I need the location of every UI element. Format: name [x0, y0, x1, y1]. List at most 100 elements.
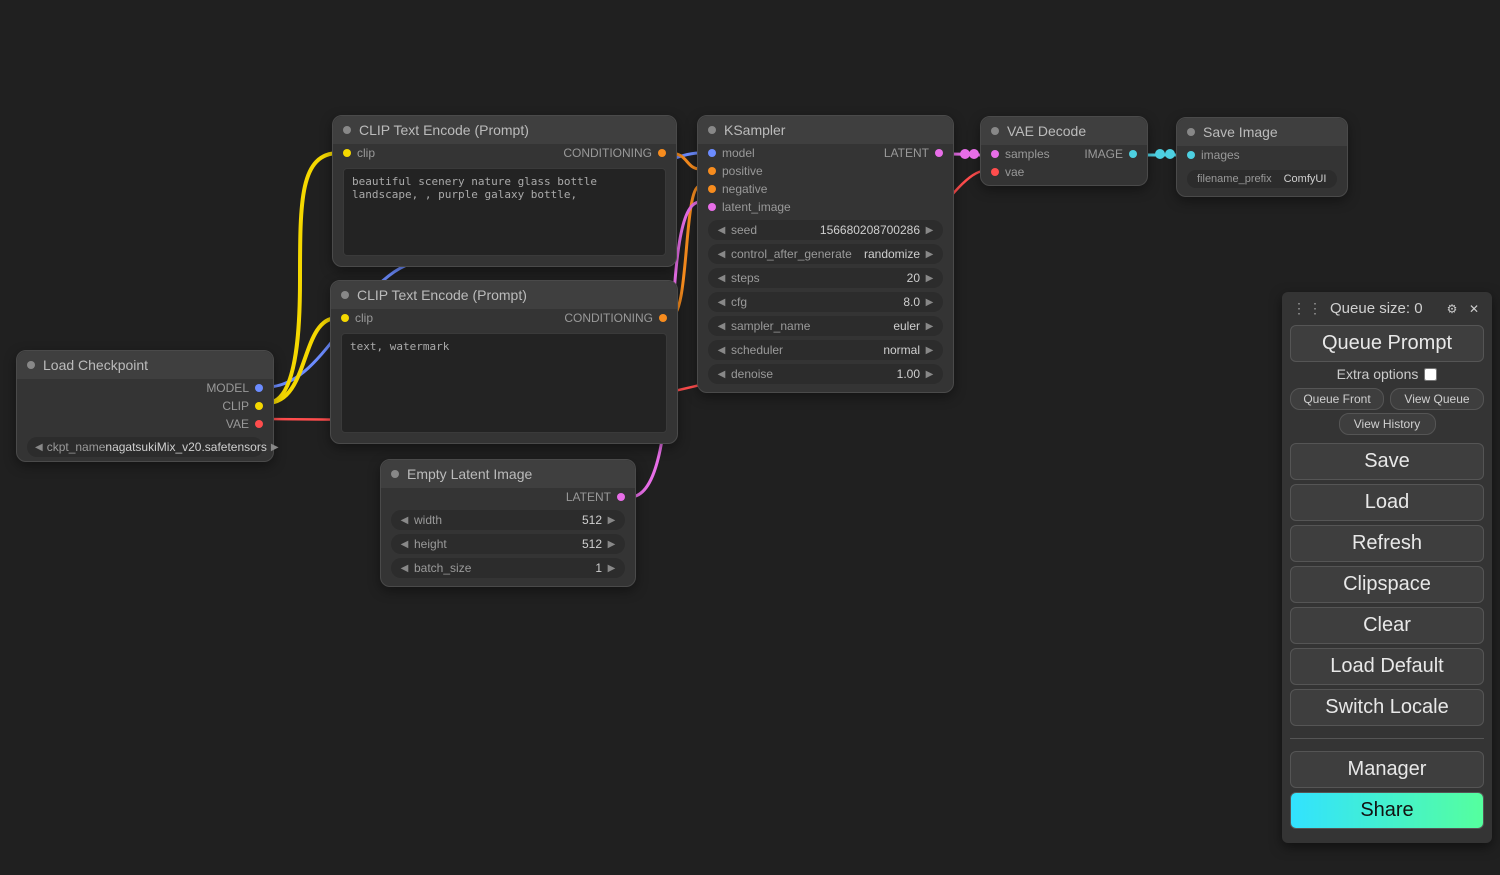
- node-title-bar[interactable]: Empty Latent Image: [381, 460, 635, 488]
- port-label: CONDITIONING: [563, 146, 652, 160]
- node-title-bar[interactable]: Load Checkpoint: [17, 351, 273, 379]
- queue-prompt-button[interactable]: Queue Prompt: [1290, 325, 1484, 362]
- node-title-bar[interactable]: Save Image: [1177, 118, 1347, 146]
- arrow-left-icon[interactable]: ◀: [35, 442, 43, 453]
- node-load-checkpoint[interactable]: Load Checkpoint MODEL CLIP VAE ◀ ckpt_na…: [16, 350, 274, 462]
- manager-button[interactable]: Manager: [1290, 751, 1484, 788]
- port-label: clip: [355, 311, 373, 325]
- arrow-right-icon[interactable]: ▶: [924, 273, 935, 284]
- port-output-clip[interactable]: [255, 402, 263, 410]
- port-output-image[interactable]: [1129, 150, 1137, 158]
- arrow-right-icon[interactable]: ▶: [924, 369, 935, 380]
- widget-batch-size[interactable]: ◀batch_size1▶: [391, 558, 625, 578]
- view-history-button[interactable]: View History: [1339, 413, 1436, 435]
- arrow-right-icon[interactable]: ▶: [271, 442, 279, 453]
- collapse-dot-icon[interactable]: [27, 361, 35, 369]
- load-button[interactable]: Load: [1290, 484, 1484, 521]
- arrow-right-icon[interactable]: ▶: [606, 515, 617, 526]
- clipspace-button[interactable]: Clipspace: [1290, 566, 1484, 603]
- arrow-left-icon[interactable]: ◀: [716, 297, 727, 308]
- arrow-left-icon[interactable]: ◀: [716, 369, 727, 380]
- widget-scheduler[interactable]: ◀schedulernormal▶: [708, 340, 943, 360]
- load-default-button[interactable]: Load Default: [1290, 648, 1484, 685]
- widget-control-after-generate[interactable]: ◀control_after_generaterandomize▶: [708, 244, 943, 264]
- node-empty-latent[interactable]: Empty Latent Image LATENT ◀width512▶◀hei…: [380, 459, 636, 587]
- view-queue-button[interactable]: View Queue: [1390, 388, 1484, 410]
- arrow-right-icon[interactable]: ▶: [924, 345, 935, 356]
- collapse-dot-icon[interactable]: [708, 126, 716, 134]
- port-input-negative[interactable]: [708, 185, 716, 193]
- port-input-samples[interactable]: [991, 150, 999, 158]
- widget-seed[interactable]: ◀seed156680208700286▶: [708, 220, 943, 240]
- arrow-right-icon[interactable]: ▶: [606, 563, 617, 574]
- port-input-clip[interactable]: [341, 314, 349, 322]
- collapse-dot-icon[interactable]: [1187, 128, 1195, 136]
- arrow-left-icon[interactable]: ◀: [716, 249, 727, 260]
- clear-button[interactable]: Clear: [1290, 607, 1484, 644]
- collapse-dot-icon[interactable]: [991, 127, 999, 135]
- port-label: model: [722, 146, 755, 160]
- port-output-model[interactable]: [255, 384, 263, 392]
- port-output-conditioning[interactable]: [658, 149, 666, 157]
- widget-height[interactable]: ◀height512▶: [391, 534, 625, 554]
- drag-handle-icon[interactable]: ⋮⋮: [1292, 300, 1324, 317]
- port-output-vae[interactable]: [255, 420, 263, 428]
- port-input-clip[interactable]: [343, 149, 351, 157]
- port-label: images: [1201, 148, 1240, 162]
- prompt-textarea[interactable]: beautiful scenery nature glass bottle la…: [343, 168, 666, 256]
- node-ksampler[interactable]: KSampler model LATENT positive negative …: [697, 115, 954, 393]
- arrow-left-icon[interactable]: ◀: [716, 321, 727, 332]
- node-save-image[interactable]: Save Image images filename_prefix ComfyU…: [1176, 117, 1348, 197]
- port-input-positive[interactable]: [708, 167, 716, 175]
- arrow-right-icon[interactable]: ▶: [924, 249, 935, 260]
- port-label: negative: [722, 182, 767, 196]
- port-input-images[interactable]: [1187, 151, 1195, 159]
- arrow-right-icon[interactable]: ▶: [924, 297, 935, 308]
- widget-filename-prefix[interactable]: filename_prefix ComfyUI: [1187, 170, 1337, 188]
- node-title-bar[interactable]: KSampler: [698, 116, 953, 144]
- arrow-right-icon[interactable]: ▶: [924, 225, 935, 236]
- extra-options-checkbox[interactable]: [1424, 368, 1437, 381]
- widget-sampler-name[interactable]: ◀sampler_nameeuler▶: [708, 316, 943, 336]
- control-panel[interactable]: ⋮⋮ Queue size: 0 ⚙ ✕ Queue Prompt Extra …: [1282, 292, 1492, 843]
- save-button[interactable]: Save: [1290, 443, 1484, 480]
- port-output-latent[interactable]: [617, 493, 625, 501]
- node-clip-positive[interactable]: CLIP Text Encode (Prompt) clip CONDITION…: [332, 115, 677, 267]
- node-title-bar[interactable]: CLIP Text Encode (Prompt): [333, 116, 676, 144]
- port-input-vae[interactable]: [991, 168, 999, 176]
- arrow-left-icon[interactable]: ◀: [399, 539, 410, 550]
- node-clip-negative[interactable]: CLIP Text Encode (Prompt) clip CONDITION…: [330, 280, 678, 444]
- widget-width[interactable]: ◀width512▶: [391, 510, 625, 530]
- share-button[interactable]: Share: [1290, 792, 1484, 829]
- gear-icon[interactable]: ⚙: [1444, 301, 1460, 317]
- refresh-button[interactable]: Refresh: [1290, 525, 1484, 562]
- widget-denoise[interactable]: ◀denoise1.00▶: [708, 364, 943, 384]
- node-title-bar[interactable]: CLIP Text Encode (Prompt): [331, 281, 677, 309]
- collapse-dot-icon[interactable]: [343, 126, 351, 134]
- close-icon[interactable]: ✕: [1466, 301, 1482, 317]
- collapse-dot-icon[interactable]: [391, 470, 399, 478]
- widget-cfg[interactable]: ◀cfg8.0▶: [708, 292, 943, 312]
- port-output-conditioning[interactable]: [659, 314, 667, 322]
- arrow-left-icon[interactable]: ◀: [716, 273, 727, 284]
- arrow-left-icon[interactable]: ◀: [399, 563, 410, 574]
- port-output-latent[interactable]: [935, 149, 943, 157]
- arrow-left-icon[interactable]: ◀: [399, 515, 410, 526]
- prompt-textarea[interactable]: text, watermark: [341, 333, 667, 433]
- node-vae-decode[interactable]: VAE Decode samples IMAGE vae: [980, 116, 1148, 186]
- widget-ckpt-name[interactable]: ◀ ckpt_name nagatsukiMix_v20.safetensors…: [27, 437, 263, 457]
- port-label: samples: [1005, 147, 1050, 161]
- collapse-dot-icon[interactable]: [341, 291, 349, 299]
- arrow-right-icon[interactable]: ▶: [606, 539, 617, 550]
- port-label: MODEL: [206, 381, 249, 395]
- arrow-right-icon[interactable]: ▶: [924, 321, 935, 332]
- port-label: vae: [1005, 165, 1024, 179]
- arrow-left-icon[interactable]: ◀: [716, 225, 727, 236]
- queue-front-button[interactable]: Queue Front: [1290, 388, 1384, 410]
- arrow-left-icon[interactable]: ◀: [716, 345, 727, 356]
- switch-locale-button[interactable]: Switch Locale: [1290, 689, 1484, 726]
- port-input-model[interactable]: [708, 149, 716, 157]
- widget-steps[interactable]: ◀steps20▶: [708, 268, 943, 288]
- node-title-bar[interactable]: VAE Decode: [981, 117, 1147, 145]
- port-input-latent-image[interactable]: [708, 203, 716, 211]
